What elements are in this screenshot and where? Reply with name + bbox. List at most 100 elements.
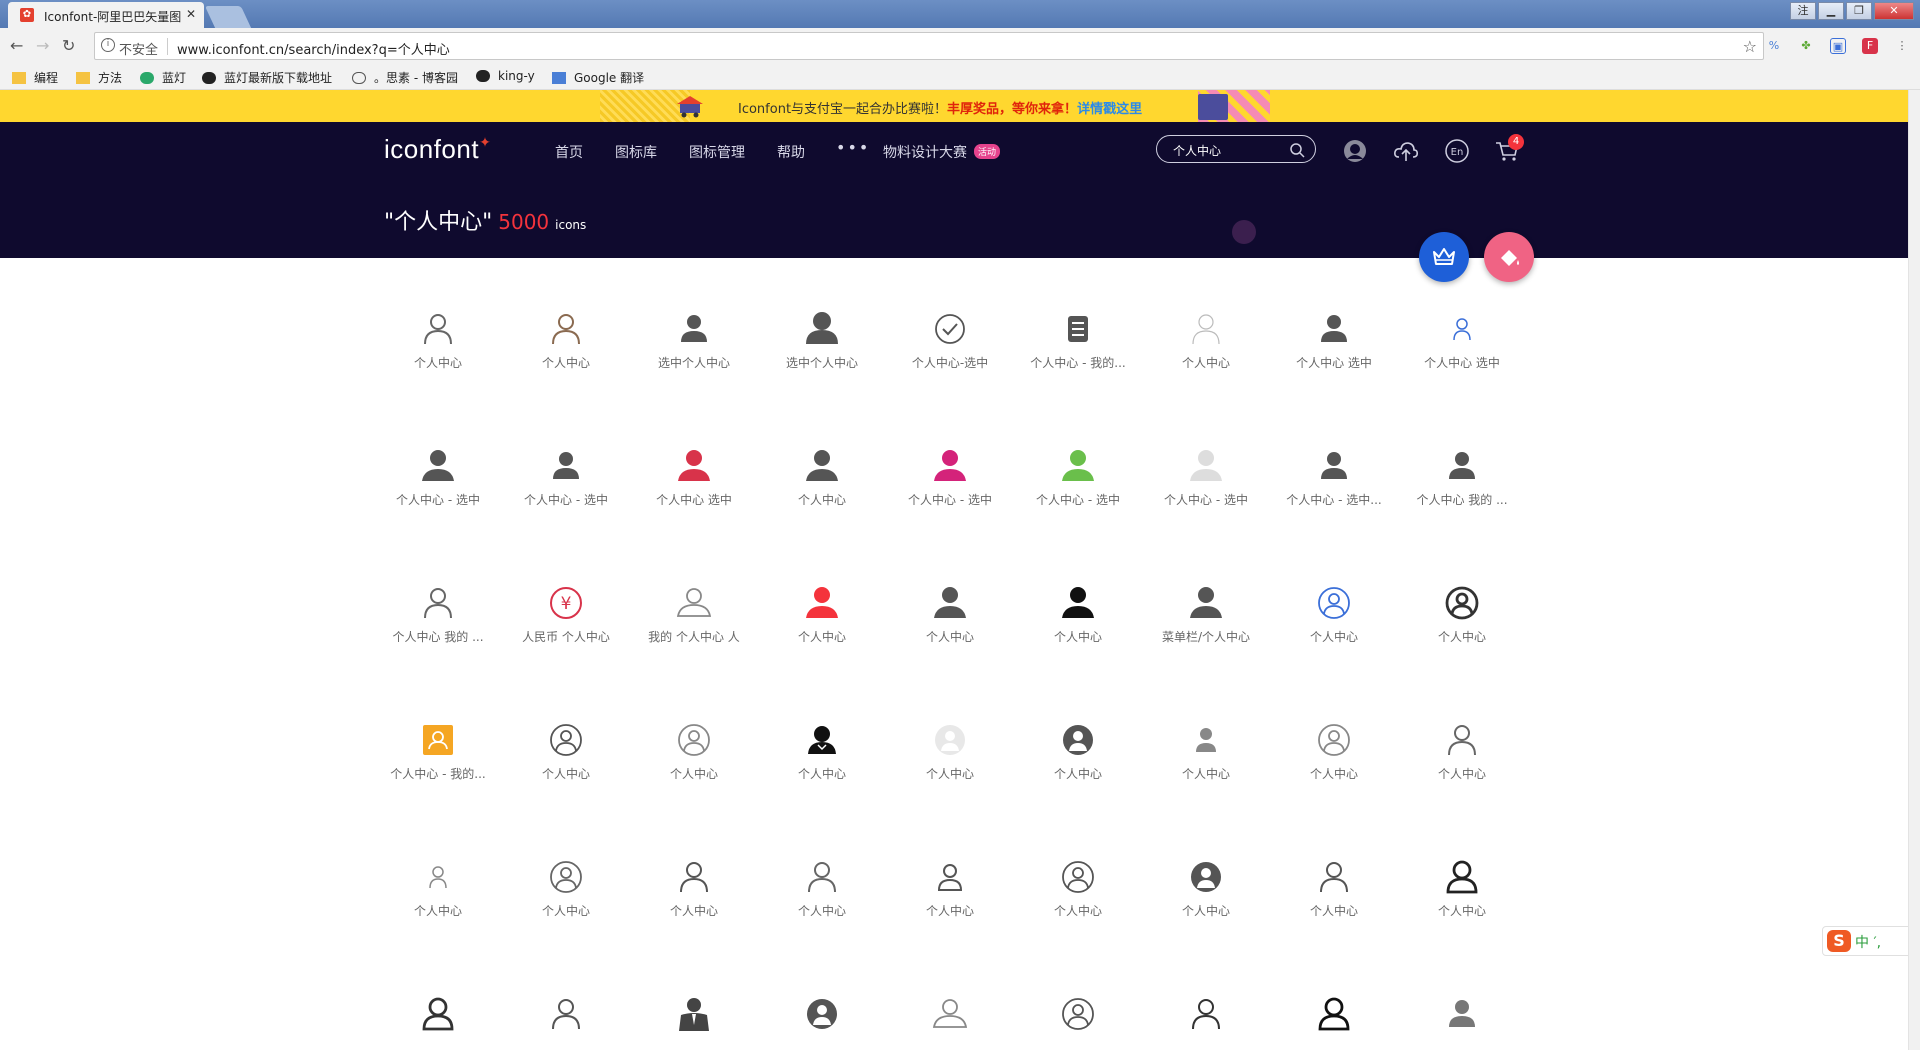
page-scrollbar[interactable] bbox=[1908, 90, 1920, 1050]
icon-card[interactable]: 个人中心 bbox=[1398, 584, 1526, 684]
icon-card[interactable]: 个人中心-选中 bbox=[886, 310, 1014, 410]
icon-card[interactable] bbox=[758, 995, 886, 1050]
save-ext-icon[interactable]: ▣ bbox=[1830, 38, 1846, 54]
icon-card[interactable]: 个人中心 bbox=[886, 858, 1014, 958]
icon-card[interactable]: 个人中心 - 选中 bbox=[886, 447, 1014, 547]
bookmark-item[interactable]: 蓝灯最新版下载地址 bbox=[202, 69, 332, 86]
icon-card[interactable]: 个人中心 bbox=[1142, 858, 1270, 958]
icon-card[interactable] bbox=[1014, 995, 1142, 1050]
bookmark-item[interactable]: king-y bbox=[476, 69, 535, 83]
maximize-icon[interactable]: ❐ bbox=[1846, 2, 1872, 20]
pdf-ext-icon[interactable]: F bbox=[1862, 38, 1878, 54]
user-avatar-icon[interactable] bbox=[1342, 138, 1368, 164]
icon-card[interactable] bbox=[374, 995, 502, 1050]
icon-card[interactable]: 个人中心 - 选中 bbox=[374, 447, 502, 547]
icon-card[interactable]: 选中个人中心 bbox=[758, 310, 886, 410]
icon-card[interactable]: 个人中心 bbox=[1270, 721, 1398, 821]
nav-help[interactable]: 帮助 bbox=[777, 142, 805, 162]
bookmark-item[interactable]: 。思素 - 博客园 bbox=[352, 69, 458, 86]
info-icon[interactable]: i bbox=[101, 38, 115, 52]
icon-card[interactable]: 个人中心 bbox=[886, 584, 1014, 684]
ime-toolbar[interactable]: S 中 ′, bbox=[1822, 926, 1908, 956]
icon-card[interactable]: 个人中心 bbox=[886, 721, 1014, 821]
nav-home[interactable]: 首页 bbox=[555, 142, 583, 162]
icon-card[interactable]: 个人中心 - 我的... bbox=[1014, 310, 1142, 410]
new-tab-button[interactable] bbox=[204, 6, 252, 28]
icon-card[interactable] bbox=[1142, 995, 1270, 1050]
icon-card[interactable] bbox=[630, 995, 758, 1050]
language-en-icon[interactable]: En bbox=[1444, 138, 1470, 164]
search-icon[interactable] bbox=[1289, 142, 1305, 158]
upload-cloud-icon[interactable] bbox=[1393, 138, 1419, 164]
icon-card[interactable]: 选中个人中心 bbox=[630, 310, 758, 410]
nav-icon-library[interactable]: 图标库 bbox=[615, 142, 657, 162]
icon-card[interactable]: 个人中心 bbox=[502, 858, 630, 958]
icon-card[interactable]: 个人中心 - 我的... bbox=[374, 721, 502, 821]
icon-card[interactable]: 个人中心 选中 bbox=[630, 447, 758, 547]
icon-card[interactable]: 个人中心 bbox=[758, 584, 886, 684]
icon-card[interactable]: 个人中心 bbox=[758, 721, 886, 821]
puzzle-ext-icon[interactable]: ✤ bbox=[1798, 38, 1814, 54]
url-text[interactable]: www.iconfont.cn/search/index?q=个人中心 bbox=[177, 39, 450, 58]
translate-ext-icon[interactable]: % bbox=[1766, 38, 1782, 54]
icon-card[interactable]: 个人中心 bbox=[630, 858, 758, 958]
icon-card[interactable]: 个人中心 - 选中 bbox=[1014, 447, 1142, 547]
icon-card[interactable]: 个人中心 - 选中 bbox=[1142, 447, 1270, 547]
icon-card[interactable]: 个人中心 bbox=[758, 858, 886, 958]
bookmark-star-icon[interactable]: ☆ bbox=[1743, 37, 1757, 56]
bookmark-item[interactable]: 编程 bbox=[12, 69, 58, 86]
iconfont-logo[interactable]: iconfont✦ bbox=[384, 134, 491, 165]
bookmark-item[interactable]: 方法 bbox=[76, 69, 122, 86]
back-arrow-icon[interactable]: ← bbox=[10, 36, 23, 55]
nav-more-icon[interactable]: ••• bbox=[836, 138, 870, 157]
bookmark-item[interactable]: 蓝灯 bbox=[140, 69, 186, 86]
menu-icon[interactable]: ⋮ bbox=[1894, 38, 1910, 54]
bookmark-item[interactable]: Google 翻译 bbox=[552, 69, 644, 86]
icon-card[interactable]: 个人中心 bbox=[1398, 858, 1526, 958]
reload-icon[interactable]: ↻ bbox=[62, 36, 75, 55]
crown-fab-button[interactable] bbox=[1419, 232, 1469, 282]
icon-card[interactable] bbox=[502, 995, 630, 1050]
icon-label: 个人中心 - 选中 bbox=[524, 493, 608, 507]
window-user-icon[interactable]: 注 bbox=[1790, 2, 1816, 20]
icon-card[interactable] bbox=[886, 995, 1014, 1050]
icon-card[interactable]: 我的 个人中心 人 bbox=[630, 584, 758, 684]
icon-card[interactable]: 个人中心 bbox=[374, 858, 502, 958]
nav-icon-management[interactable]: 图标管理 bbox=[689, 142, 745, 162]
icon-card[interactable]: 个人中心 bbox=[1014, 858, 1142, 958]
user-icon bbox=[1449, 1000, 1475, 1027]
icon-card[interactable]: 个人中心 选中 bbox=[1398, 310, 1526, 410]
icon-card[interactable]: 个人中心 - 选中 bbox=[502, 447, 630, 547]
address-bar[interactable]: i 不安全 www.iconfont.cn/search/index?q=个人中… bbox=[94, 32, 1764, 60]
nav-contest[interactable]: 物料设计大赛 bbox=[883, 142, 967, 162]
icon-card[interactable] bbox=[1398, 995, 1526, 1050]
tab-close-icon[interactable]: ✕ bbox=[186, 7, 196, 21]
minimize-icon[interactable]: ▁ bbox=[1818, 2, 1844, 20]
promo-banner[interactable]: Iconfont与支付宝一起合办比赛啦！丰厚奖品，等你来拿！详情戳这里 bbox=[0, 90, 1908, 122]
icon-card[interactable]: 个人中心 bbox=[1014, 584, 1142, 684]
icon-card[interactable]: ¥ 人民币 个人中心 bbox=[502, 584, 630, 684]
forward-arrow-icon[interactable]: → bbox=[36, 36, 49, 55]
browser-tab[interactable]: ✿ Iconfont-阿里巴巴矢量图 ✕ bbox=[8, 2, 204, 28]
icon-card[interactable]: 个人中心 bbox=[630, 721, 758, 821]
icon-card[interactable]: 个人中心 我的 ... bbox=[1398, 447, 1526, 547]
window-close-icon[interactable]: ✕ bbox=[1874, 2, 1914, 20]
search-input[interactable] bbox=[1173, 142, 1291, 158]
icon-card[interactable]: 个人中心 bbox=[1270, 858, 1398, 958]
icon-card[interactable]: 个人中心 bbox=[758, 447, 886, 547]
icon-card[interactable]: 个人中心 bbox=[1142, 310, 1270, 410]
icon-card[interactable]: 个人中心 bbox=[1142, 721, 1270, 821]
paint-bucket-fab-button[interactable] bbox=[1484, 232, 1534, 282]
icon-card[interactable]: 个人中心 我的 ... bbox=[374, 584, 502, 684]
icon-card[interactable]: 菜单栏/个人中心 bbox=[1142, 584, 1270, 684]
icon-card[interactable]: 个人中心 bbox=[502, 310, 630, 410]
icon-card[interactable] bbox=[1270, 995, 1398, 1050]
icon-card[interactable]: 个人中心 bbox=[502, 721, 630, 821]
banner-details-link[interactable]: 详情戳这里 bbox=[1077, 102, 1142, 117]
icon-card[interactable]: 个人中心 bbox=[374, 310, 502, 410]
icon-card[interactable]: 个人中心 bbox=[1270, 584, 1398, 684]
icon-card[interactable]: 个人中心 bbox=[1014, 721, 1142, 821]
icon-card[interactable]: 个人中心 - 选中... bbox=[1270, 447, 1398, 547]
icon-card[interactable]: 个人中心 bbox=[1398, 721, 1526, 821]
icon-card[interactable]: 个人中心 选中 bbox=[1270, 310, 1398, 410]
